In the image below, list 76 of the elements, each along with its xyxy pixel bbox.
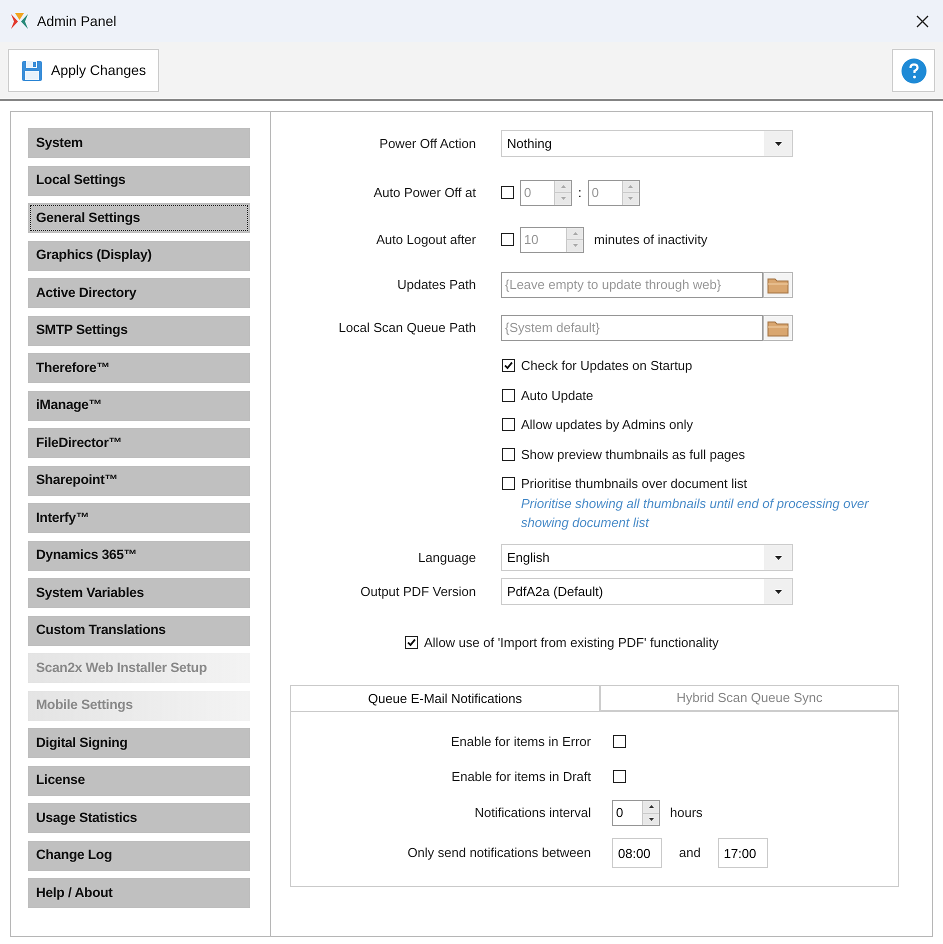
sidebar-item[interactable]: System xyxy=(28,128,250,158)
dropdown-caret-icon xyxy=(774,590,782,594)
hint-text: Prioritise showing all thumbnails until end of processing over showing document list xyxy=(521,494,870,532)
sidebar-item[interactable]: FileDirector™ xyxy=(28,428,250,458)
language-select[interactable]: English xyxy=(501,544,793,571)
updates-path-field[interactable]: {Leave empty to update through web} xyxy=(501,272,763,298)
end-time-field[interactable]: 17:00 xyxy=(718,838,768,868)
browse-folder-button[interactable] xyxy=(763,314,793,340)
sidebar-item[interactable]: Local Settings xyxy=(28,166,250,196)
scan-queue-path-field[interactable]: {System default} xyxy=(501,314,763,340)
power-off-action-select[interactable]: Nothing xyxy=(501,130,793,157)
dropdown-caret-icon xyxy=(774,556,782,560)
browse-folder-button[interactable] xyxy=(763,272,793,298)
sidebar-item[interactable]: Digital Signing xyxy=(28,728,250,758)
field-label: Auto Logout after xyxy=(375,230,476,249)
save-icon xyxy=(21,60,43,82)
dropdown-caret-icon xyxy=(774,142,782,146)
checkbox-label: Allow updates by Admins only xyxy=(521,416,693,434)
option-checkbox[interactable] xyxy=(502,418,515,432)
checkbox-label: Auto Update xyxy=(521,386,594,405)
conjunction-text: and xyxy=(679,844,701,862)
window-title: Admin Panel xyxy=(37,12,116,30)
sidebar-item[interactable]: SMTP Settings xyxy=(28,316,250,346)
sidebar-item[interactable]: Custom Translations xyxy=(28,616,250,646)
field-label: Local Scan Queue Path xyxy=(338,318,476,337)
auto-logout-checkbox[interactable] xyxy=(501,233,514,246)
sidebar-item[interactable]: Usage Statistics xyxy=(28,803,250,833)
sidebar-item[interactable]: General Settings xyxy=(28,203,250,233)
checkbox-label: Check for Updates on Startup xyxy=(521,357,692,375)
sidebar-item[interactable]: License xyxy=(28,766,250,796)
tab[interactable]: Queue E-Mail Notifications xyxy=(290,685,600,712)
time-separator: : xyxy=(578,184,582,202)
start-time-field[interactable]: 08:00 xyxy=(612,838,662,868)
sidebar-item[interactable]: Active Directory xyxy=(28,278,250,308)
field-label: Output PDF Version xyxy=(359,582,476,601)
field-label: Auto Power Off at xyxy=(372,184,476,202)
field-suffix: minutes of inactivity xyxy=(594,230,708,249)
field-label: Notifications interval xyxy=(474,804,591,822)
help-icon xyxy=(900,58,926,84)
help-button[interactable] xyxy=(892,49,935,92)
interval-spinner[interactable]: 0 xyxy=(612,800,660,826)
field-label: Updates Path xyxy=(396,276,476,294)
checkbox-label: Prioritise thumbnails over document list xyxy=(521,475,748,493)
option-checkbox[interactable] xyxy=(502,359,515,372)
sidebar-item[interactable]: iManage™ xyxy=(28,390,250,420)
folder-icon xyxy=(767,276,789,294)
sidebar-item[interactable]: Graphics (Display) xyxy=(28,240,250,270)
up-arrow-icon[interactable] xyxy=(648,805,654,808)
close-icon[interactable] xyxy=(916,14,929,28)
checkbox-label: Show preview thumbnails as full pages xyxy=(521,446,746,464)
field-label: Enable for items in Error xyxy=(450,732,591,751)
field-label: Enable for items in Draft xyxy=(450,768,591,786)
sidebar-item[interactable]: Dynamics 365™ xyxy=(28,540,250,570)
apply-changes-button[interactable]: Apply Changes xyxy=(8,49,159,92)
field-suffix: hours xyxy=(670,804,703,822)
sidebar-item[interactable]: Change Log xyxy=(28,840,250,870)
sidebar-item[interactable]: Interfy™ xyxy=(28,503,250,533)
notification-checkbox[interactable] xyxy=(613,735,626,748)
notification-checkbox[interactable] xyxy=(613,770,626,783)
pdf-version-select[interactable]: PdfA2a (Default) xyxy=(501,578,793,605)
import-pdf-checkbox[interactable] xyxy=(405,636,418,649)
sidebar-item[interactable]: Help / About xyxy=(28,878,250,908)
field-label: Power Off Action xyxy=(378,134,476,153)
option-checkbox[interactable] xyxy=(502,477,515,490)
sidebar-item[interactable]: System Variables xyxy=(28,578,250,608)
field-label: Language xyxy=(417,548,476,567)
folder-icon xyxy=(767,318,789,336)
auto-power-off-checkbox[interactable] xyxy=(501,186,514,199)
app-logo-icon xyxy=(10,12,29,30)
checkbox-label: Allow use of 'Import from existing PDF' functionality xyxy=(424,634,719,652)
sidebar-item[interactable]: Sharepoint™ xyxy=(28,466,250,496)
option-checkbox[interactable] xyxy=(502,448,515,461)
field-label: Only send notifications between xyxy=(406,844,591,862)
option-checkbox[interactable] xyxy=(502,388,515,402)
down-arrow-icon[interactable] xyxy=(648,818,654,821)
sidebar-item[interactable]: Therefore™ xyxy=(28,353,250,383)
